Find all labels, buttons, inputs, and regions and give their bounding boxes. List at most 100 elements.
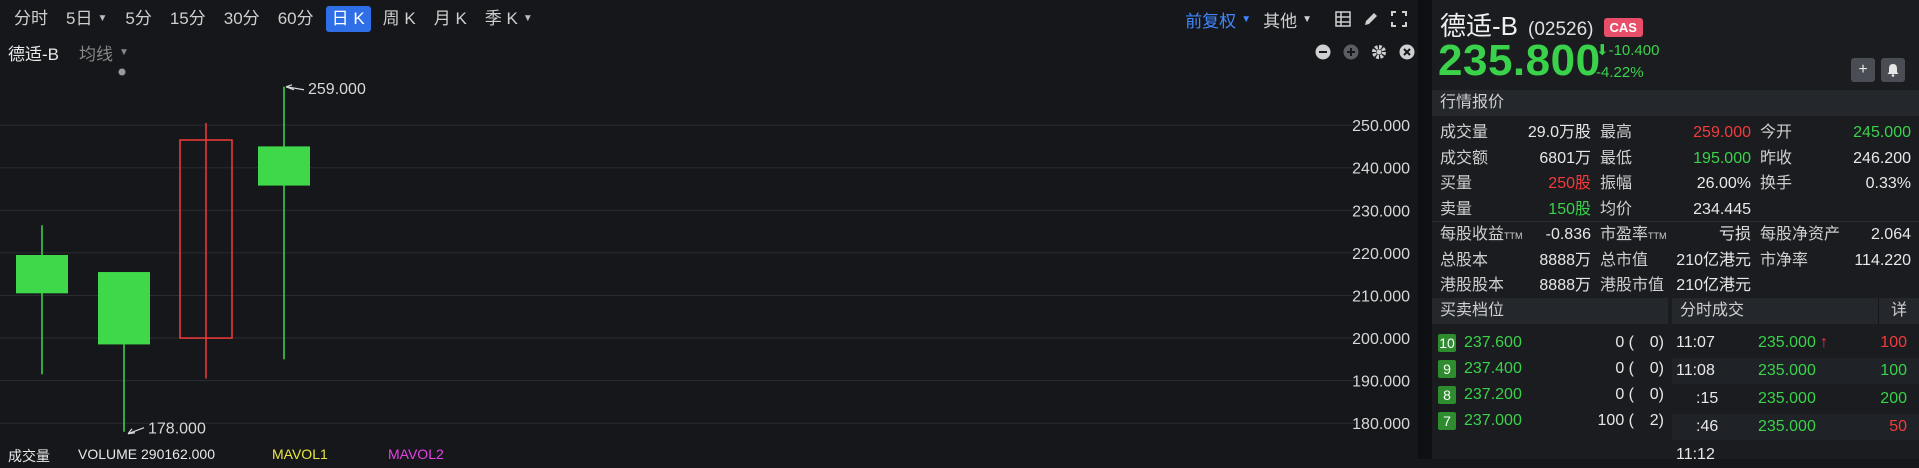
restore-dropdown[interactable]: 前复权 ▼ <box>1185 7 1251 32</box>
y-tick-label: 180.000 <box>1352 416 1410 433</box>
period-fenshi[interactable]: 分时 <box>8 6 54 32</box>
chart-stock-name: 德适-B <box>8 44 59 64</box>
fullscreen-icon[interactable] <box>1388 8 1410 30</box>
y-tick-label: 250.000 <box>1352 118 1410 135</box>
chevron-down-icon: ▼ <box>97 13 108 24</box>
quote-value: 26.00% <box>1696 175 1751 192</box>
orderbook-row[interactable]: 9 237.400 0 (0) <box>1438 356 1668 382</box>
zoom-in-icon[interactable] <box>1340 41 1362 63</box>
period-5min[interactable]: 5分 <box>119 6 157 32</box>
y-tick-label: 220.000 <box>1352 246 1410 263</box>
quote-separator <box>1432 221 1919 222</box>
period-label: 日 K <box>331 9 365 28</box>
quote-value: 8888万 <box>1539 277 1591 294</box>
add-watchlist-button[interactable]: + <box>1851 58 1875 82</box>
mavol1-label: MAVOL1 <box>272 446 328 462</box>
period-label: 周 K <box>382 9 416 28</box>
tick-time: 11:07 <box>1676 334 1715 351</box>
other-dropdown[interactable]: 其他 ▼ <box>1263 7 1312 32</box>
quote-label: 卖量 <box>1440 200 1473 218</box>
quote-label: 换手 <box>1760 175 1793 192</box>
ma-dropdown[interactable]: 均线 ▼ <box>79 40 129 65</box>
panel-divider[interactable] <box>1418 0 1432 459</box>
period-label: 分时 <box>14 9 48 28</box>
order-count: 0) <box>1649 334 1664 351</box>
period-season-k[interactable]: 季 K ▼ <box>479 6 539 32</box>
orderbook-header-label: 买卖档位 <box>1440 302 1505 319</box>
orderbook-header: 买卖档位 <box>1432 298 1668 324</box>
quote-value: 210亿港元 <box>1676 251 1751 269</box>
period-toolbar: 分时 5日 ▼ 5分 15分 30分 60分 日 K 周 K 月 K 季 K ▼ 前… <box>0 0 1418 38</box>
price-change: ⬇-10.400 -4.22% <box>1596 40 1659 84</box>
low-price-label: 178.000 <box>148 421 206 438</box>
order-price: 237.000 <box>1464 412 1522 429</box>
close-icon[interactable] <box>1396 41 1418 63</box>
period-month-k[interactable]: 月 K <box>428 6 473 32</box>
chevron-down-icon: ▼ <box>119 46 129 58</box>
quote-header-label: 行情报价 <box>1440 94 1505 111</box>
quote-value: 150股 <box>1548 200 1591 218</box>
quote-value: 29.0万股 <box>1527 124 1591 141</box>
high-price-label: 259.000 <box>308 81 366 98</box>
pen-draw-icon[interactable] <box>1360 8 1382 30</box>
quote-panel: 德适-B (02526) CAS 235.800 ⬇-10.400 -4.22%… <box>1432 0 1919 463</box>
quote-value: 0.33% <box>1865 175 1911 192</box>
plus-icon: + <box>1858 61 1868 78</box>
quote-value: 8888万 <box>1539 251 1591 269</box>
volume-value: VOLUME 290162.000 <box>78 446 215 462</box>
cas-badge: CAS <box>1603 18 1643 37</box>
high-arrow <box>285 84 305 91</box>
period-30min[interactable]: 30分 <box>218 6 266 32</box>
chart-panel: 分时 5日 ▼ 5分 15分 30分 60分 日 K 周 K 月 K 季 K ▼ 前… <box>0 0 1418 464</box>
ticks-header: 分时成交 详 <box>1672 298 1919 324</box>
zoom-out-icon[interactable] <box>1312 41 1334 63</box>
period-60min[interactable]: 60分 <box>272 6 320 32</box>
orderbook-row[interactable]: 8 237.200 0 (0) <box>1438 382 1668 408</box>
quote-value: 246.200 <box>1853 149 1911 167</box>
period-5day[interactable]: 5日 ▼ <box>60 6 113 32</box>
gear-icon[interactable] <box>1368 41 1390 63</box>
y-tick-label: 210.000 <box>1352 288 1410 305</box>
order-count: 2) <box>1649 412 1664 429</box>
tick-volume: 200 <box>1880 390 1907 407</box>
order-price: 237.200 <box>1464 386 1522 403</box>
quote-value: 2.064 <box>1870 226 1911 243</box>
tick-row[interactable]: 11:12 <box>1672 442 1919 468</box>
period-day-k[interactable]: 日 K <box>325 6 371 32</box>
tick-row[interactable]: 11:07 235.000 ↑ 100 <box>1672 330 1919 356</box>
ticks-detail-button[interactable]: 详 <box>1878 298 1919 324</box>
low-arrow <box>127 427 145 435</box>
quote-value: 6801万 <box>1539 149 1591 167</box>
candle-body <box>16 255 68 294</box>
tick-row[interactable]: :46 235.000 50 <box>1672 414 1919 440</box>
tick-row[interactable]: 11:08 235.000 100 <box>1672 358 1919 384</box>
period-label: 5日 <box>66 9 93 28</box>
y-tick-label: 190.000 <box>1352 374 1410 391</box>
period-label: 30分 <box>223 9 260 28</box>
grid-layout-icon[interactable] <box>1332 8 1354 30</box>
alert-button[interactable] <box>1881 58 1905 82</box>
marker-dot <box>118 68 126 76</box>
other-label: 其他 <box>1263 11 1298 31</box>
quote-label: 今开 <box>1760 124 1793 141</box>
period-week-k[interactable]: 周 K <box>377 6 422 32</box>
period-15min[interactable]: 15分 <box>164 6 212 32</box>
level-badge: 7 <box>1438 411 1456 430</box>
toolbar-right: 前复权 ▼ 其他 ▼ <box>1185 0 1410 38</box>
period-label: 季 K <box>484 9 518 28</box>
tick-time: :15 <box>1696 390 1719 407</box>
period-label: 15分 <box>169 9 206 28</box>
y-tick-label: 240.000 <box>1352 161 1410 178</box>
tick-time: 11:12 <box>1676 446 1715 463</box>
tick-price: 235.000 <box>1758 390 1816 407</box>
order-qty: 0 ( <box>1615 386 1634 403</box>
quote-label: 昨收 <box>1760 149 1793 167</box>
y-tick-label: 230.000 <box>1352 203 1410 220</box>
tick-time: :46 <box>1696 418 1719 435</box>
candlestick-chart[interactable]: 250.000 240.000 230.000 220.000 210.000 200.0… <box>0 66 1418 450</box>
orderbook-row[interactable]: 7 237.000 100 (2) <box>1438 408 1668 434</box>
quote-label: 均价 <box>1600 200 1633 218</box>
tick-row[interactable]: :15 235.000 200 <box>1672 386 1919 412</box>
orderbook-row[interactable]: 10 237.600 0 (0) <box>1438 330 1668 356</box>
quote-value: 195.000 <box>1693 149 1751 167</box>
